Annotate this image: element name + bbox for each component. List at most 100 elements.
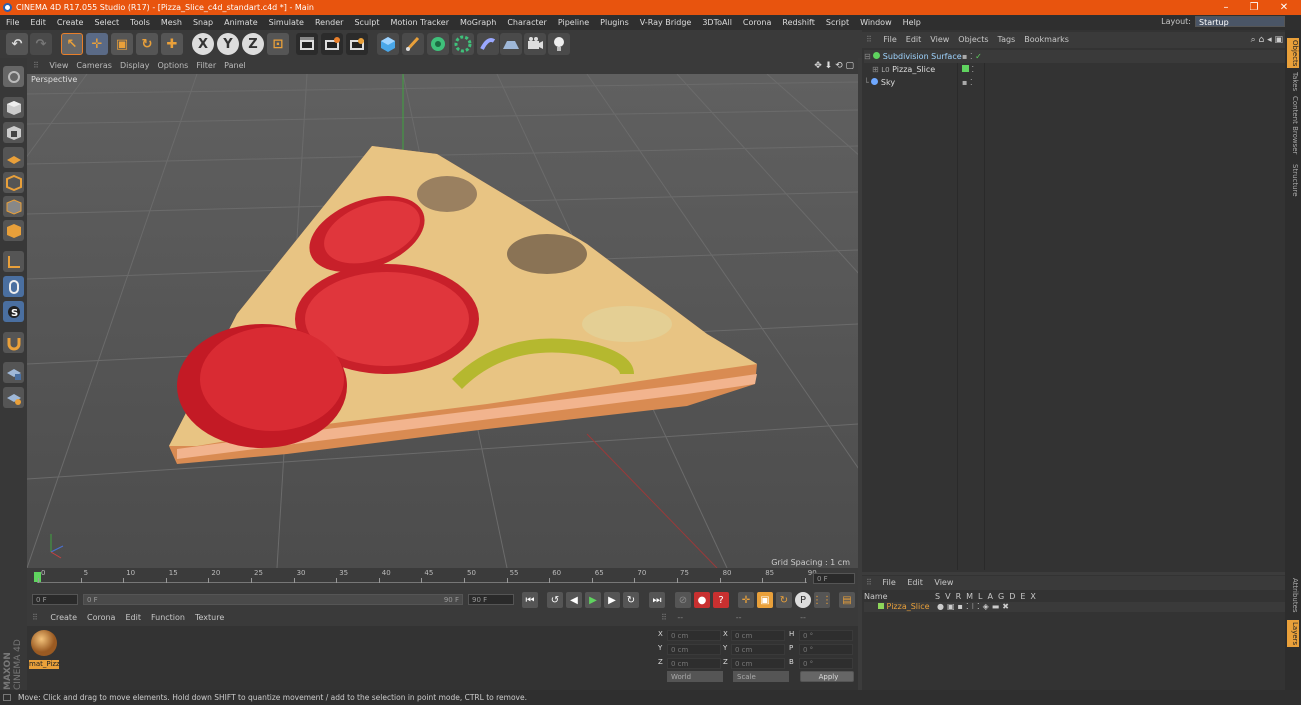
material-menu-edit[interactable]: Edit xyxy=(125,613,141,622)
layer-column-header[interactable]: D xyxy=(1009,592,1015,601)
model-mode-icon[interactable] xyxy=(3,97,24,118)
coord-value-field[interactable]: 0 ° xyxy=(799,630,853,641)
tree-expand-icon[interactable]: ⊞ xyxy=(872,65,879,74)
minimize-button[interactable]: – xyxy=(1211,0,1241,15)
layer-column-header[interactable]: M xyxy=(966,592,973,601)
render-settings-icon[interactable] xyxy=(346,33,368,55)
timeline-ruler[interactable]: 051015202530354045505560657075808590 0 F xyxy=(27,568,858,590)
coordinate-system-button[interactable]: ⊡ xyxy=(267,33,289,55)
coord-value-field[interactable]: 0 cm xyxy=(731,630,785,641)
render-view-icon[interactable] xyxy=(296,33,318,55)
viewport-menu-view[interactable]: View xyxy=(49,61,68,70)
polygons-mode-icon[interactable] xyxy=(3,220,24,241)
points-mode-icon[interactable] xyxy=(3,172,24,193)
layer-menu-edit[interactable]: Edit xyxy=(907,578,923,587)
viewport-menu-display[interactable]: Display xyxy=(120,61,150,70)
nurbs-icon[interactable] xyxy=(427,33,449,55)
record-icon[interactable]: ● xyxy=(694,592,710,608)
layer-column-header[interactable]: V xyxy=(945,592,950,601)
material-tag-icon[interactable]: ⁚ xyxy=(962,63,974,76)
start-frame-field[interactable]: 0 F xyxy=(32,594,78,605)
viewport-nav-icons[interactable]: ✥ ⬇ ⟲ ▢ xyxy=(814,58,854,74)
transform-tool-button[interactable]: ✚ xyxy=(161,33,183,55)
viewport-menu-options[interactable]: Options xyxy=(157,61,188,70)
layer-column-header[interactable]: A xyxy=(988,592,993,601)
spline-pen-icon[interactable] xyxy=(402,33,424,55)
visibility-dots-icon[interactable]: ▪ ⁚ xyxy=(962,76,973,89)
menu-animate[interactable]: Animate xyxy=(224,18,258,27)
object-row-sky[interactable]: └ Sky ▪ ⁚ xyxy=(864,76,1285,89)
menu-mesh[interactable]: Mesh xyxy=(161,18,182,27)
menu-help[interactable]: Help xyxy=(903,18,921,27)
layer-menu-view[interactable]: View xyxy=(934,578,953,587)
menu-plugins[interactable]: Plugins xyxy=(600,18,629,27)
array-icon[interactable] xyxy=(452,33,474,55)
goto-start-icon[interactable]: ⏮ xyxy=(522,592,538,608)
menu-edit[interactable]: Edit xyxy=(30,18,46,27)
grid-workplane-icon[interactable] xyxy=(3,387,24,408)
object-menu-bookmarks[interactable]: Bookmarks xyxy=(1024,35,1069,44)
layer-row[interactable]: Pizza_Slice ●▣▪⁚⁝⁚◈▬✖ xyxy=(864,602,1285,612)
apply-button[interactable]: Apply xyxy=(800,671,854,682)
motion-system-icon[interactable]: ▤ xyxy=(839,592,855,608)
x-axis-button[interactable]: X xyxy=(192,33,214,55)
end-frame-field[interactable]: 90 F xyxy=(468,594,514,605)
tab-content-browser[interactable]: Content Browser xyxy=(1287,96,1299,154)
object-search-icon[interactable]: ⌕ ⌂ ◂ ▣ xyxy=(1251,32,1283,48)
menu-3dtoall[interactable]: 3DToAll xyxy=(702,18,732,27)
object-menu-objects[interactable]: Objects xyxy=(958,35,988,44)
layer-column-header[interactable]: L xyxy=(978,592,982,601)
layer-color-swatch[interactable] xyxy=(878,603,884,609)
rotate-tool-button[interactable]: ↻ xyxy=(136,33,158,55)
viewport-menu-panel[interactable]: Panel xyxy=(224,61,246,70)
coord-value-field[interactable]: 0 cm xyxy=(731,658,785,669)
deformer-icon[interactable] xyxy=(477,33,499,55)
key-move-icon[interactable]: ✛ xyxy=(738,592,754,608)
key-scale-icon[interactable]: ▣ xyxy=(757,592,773,608)
viewport-scene[interactable] xyxy=(27,74,858,568)
tab-layers[interactable]: Layers xyxy=(1287,620,1299,648)
coord-value-field[interactable]: 0 ° xyxy=(799,658,853,669)
tab-takes[interactable]: Takes xyxy=(1287,72,1299,91)
record-disabled-icon[interactable]: ⊘ xyxy=(675,592,691,608)
scale-dropdown[interactable]: Scale xyxy=(733,671,789,682)
goto-end-icon[interactable]: ⏭ xyxy=(649,592,665,608)
material-menu-create[interactable]: Create xyxy=(50,613,77,622)
repeat-icon[interactable]: ↻ xyxy=(623,592,639,608)
coord-value-field[interactable]: 0 ° xyxy=(799,644,853,655)
menu-vray-bridge[interactable]: V-Ray Bridge xyxy=(640,18,692,27)
menu-tools[interactable]: Tools xyxy=(130,18,150,27)
material-menu-texture[interactable]: Texture xyxy=(195,613,224,622)
menu-file[interactable]: File xyxy=(6,18,19,27)
object-menu-edit[interactable]: Edit xyxy=(906,35,922,44)
menu-corona[interactable]: Corona xyxy=(743,18,771,27)
material-menu-corona[interactable]: Corona xyxy=(87,613,115,622)
menu-create[interactable]: Create xyxy=(57,18,84,27)
menu-redshift[interactable]: Redshift xyxy=(782,18,814,27)
snap-icon[interactable]: S xyxy=(3,301,24,322)
tree-collapse-icon[interactable]: ⊟ xyxy=(864,52,871,61)
edges-mode-icon[interactable] xyxy=(3,196,24,217)
camera-icon[interactable] xyxy=(524,33,546,55)
current-frame-field[interactable]: 0 F xyxy=(813,573,855,584)
coord-value-field[interactable]: 0 cm xyxy=(731,644,785,655)
object-row-subdivision-surface[interactable]: ⊟ Subdivision Surface ▪ ⁚ ✓ xyxy=(864,50,1285,63)
axis-mode-icon[interactable] xyxy=(3,251,24,272)
menu-pipeline[interactable]: Pipeline xyxy=(558,18,589,27)
frame-range-slider[interactable]: 0 F 90 F xyxy=(83,594,463,605)
coord-value-field[interactable]: 0 cm xyxy=(667,658,721,669)
make-editable-icon[interactable] xyxy=(3,66,24,87)
menu-sculpt[interactable]: Sculpt xyxy=(354,18,379,27)
layer-menu-file[interactable]: File xyxy=(882,578,895,587)
y-axis-button[interactable]: Y xyxy=(217,33,239,55)
autokey-icon[interactable]: ? xyxy=(713,592,729,608)
material-swatch[interactable]: mat_Pizz xyxy=(29,628,60,669)
menu-select[interactable]: Select xyxy=(94,18,119,27)
tab-structure[interactable]: Structure xyxy=(1287,164,1299,197)
workplane-mode-icon[interactable] xyxy=(3,147,24,168)
tweak-mode-icon[interactable] xyxy=(3,276,24,297)
3d-viewport[interactable]: Perspective Grid Spacing : 1 cm xyxy=(27,74,858,568)
object-menu-file[interactable]: File xyxy=(883,35,896,44)
magnet-icon[interactable] xyxy=(3,332,24,353)
undo-button[interactable]: ↶ xyxy=(6,33,28,55)
